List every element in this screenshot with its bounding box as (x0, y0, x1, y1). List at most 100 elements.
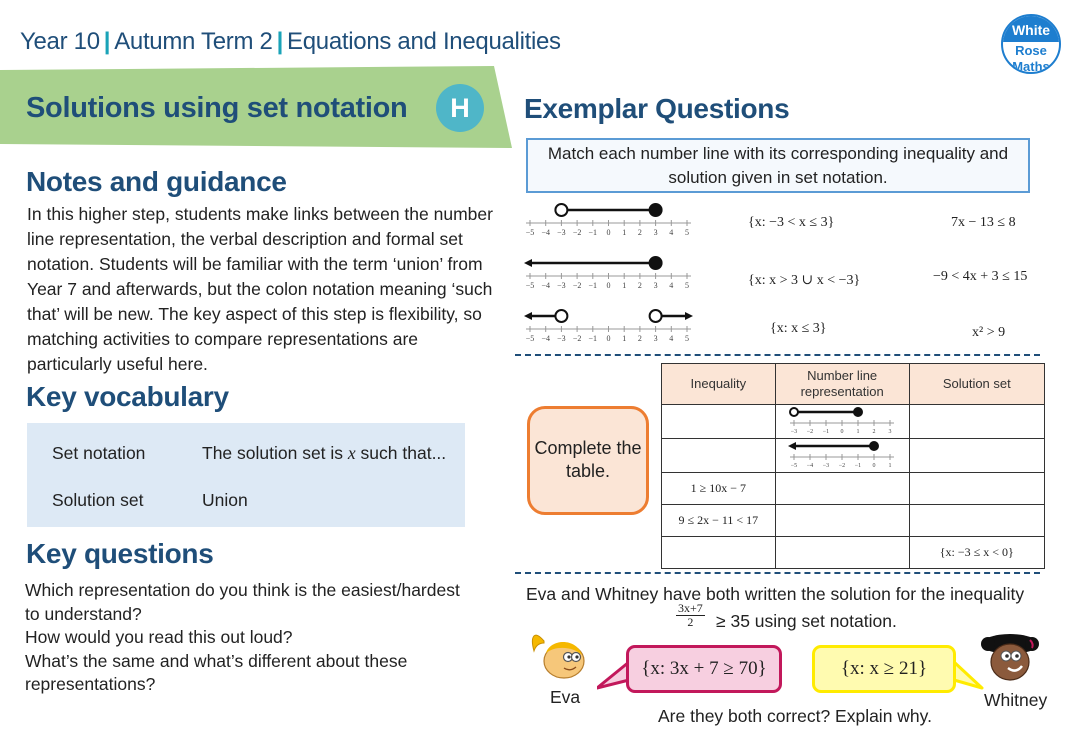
solution-cell[interactable] (908, 472, 1046, 505)
tick-label: 1 (857, 429, 860, 435)
tick-label: −2 (839, 463, 845, 469)
number-line-cell: −5 −4 −3 −2 −1 0 1 (774, 438, 910, 473)
tick-label: 5 (685, 334, 689, 343)
key-question-line: What’s the same and what’s different abo… (25, 650, 408, 671)
breadcrumb-separator: | (276, 28, 284, 55)
number-line-cell: −3 −2 −1 0 1 2 3 (774, 404, 910, 439)
inequality-cell[interactable] (661, 536, 776, 569)
open-circle (554, 203, 569, 217)
key-questions-title: Key questions (26, 538, 214, 569)
tick-label: 1 (622, 281, 626, 290)
logo-line-3: Maths (1012, 59, 1050, 74)
tick-label: −2 (807, 429, 813, 435)
tick-label: 3 (654, 228, 658, 237)
open-circle (554, 309, 569, 323)
vocabulary-box: Set notation The solution set is x such … (27, 423, 465, 527)
tick-label: −2 (573, 334, 582, 343)
number-line-cell[interactable] (774, 504, 910, 537)
notes-title: Notes and guidance (26, 166, 287, 197)
q3-intro: Eva and Whitney have both written the so… (526, 584, 1025, 604)
table-row: {x: −3 ≤ x < 0} (661, 536, 1046, 569)
tick-label: −1 (589, 334, 598, 343)
header-solution-set: Solution set (908, 363, 1046, 405)
tick-label: 0 (607, 281, 611, 290)
vocab-definition: Union (202, 490, 248, 510)
vocab-definition: The solution set is x such that... (202, 443, 446, 464)
table-row: 1 ≥ 10x − 7 (661, 472, 1046, 505)
solution-cell[interactable] (908, 504, 1046, 537)
inequality-cell[interactable] (661, 404, 776, 439)
eva-ponytail (531, 634, 545, 653)
tick-label: −3 (823, 463, 829, 469)
white-rose-maths-logo: White Rose Maths (1001, 14, 1061, 74)
inequality-cell: 1 ≥ 10x − 7 (661, 472, 776, 505)
fraction-denominator: 2 (687, 615, 694, 629)
tick-label: 0 (841, 429, 844, 435)
tick-label: −3 (557, 334, 566, 343)
tick-label: 1 (889, 463, 892, 469)
vocabulary-title: Key vocabulary (26, 381, 229, 412)
tick-label: 2 (638, 281, 642, 290)
tick-label: 0 (607, 334, 611, 343)
key-question-line: How would you read this out loud? (25, 627, 293, 648)
tick-label: −3 (791, 429, 797, 435)
tick-label: −4 (541, 228, 550, 237)
tick-label: 2 (638, 228, 642, 237)
q3-question: Are they both correct? Explain why. (658, 706, 932, 726)
open-circle (789, 407, 800, 417)
logo-line-1: White (1003, 16, 1059, 42)
tick-label: −4 (541, 281, 550, 290)
tick-label: −2 (573, 281, 582, 290)
step-title: Solutions using set notation (26, 92, 408, 124)
arrow-right-icon (685, 312, 693, 320)
inequality-cell[interactable] (661, 438, 776, 473)
key-question-line: representations? (25, 674, 156, 695)
solution-cell[interactable] (908, 438, 1046, 473)
whitney-name: Whitney (984, 690, 1048, 710)
closed-circle (648, 256, 663, 270)
exemplar-title: Exemplar Questions (524, 93, 790, 124)
section-divider (515, 354, 1040, 356)
breadcrumb: Year 10 | Autumn Term 2 | Equations and Ineq… (20, 28, 561, 56)
table-row: 9 ≤ 2x − 11 < 17 (661, 504, 1046, 537)
higher-badge: H (436, 84, 484, 132)
tick-label: 1 (622, 228, 626, 237)
breadcrumb-unit: Equations and Inequalities (287, 28, 561, 55)
key-question-line: to understand? (25, 603, 142, 624)
q3-fraction: 3x+7 2 (676, 602, 705, 629)
solution-cell: {x: −3 ≤ x < 0} (908, 536, 1046, 569)
tick-label: −5 (526, 334, 535, 343)
tick-label: 0 (873, 463, 876, 469)
number-line-cell[interactable] (774, 536, 910, 569)
solution-cell[interactable] (908, 404, 1046, 439)
tick-label: −1 (589, 228, 598, 237)
tick-label: 0 (607, 228, 611, 237)
tick-label: 3 (654, 334, 658, 343)
tick-label: −4 (807, 463, 813, 469)
tick-label: −2 (573, 228, 582, 237)
table-header-row: Inequality Number line representation So… (661, 363, 1046, 405)
whitney-avatar (981, 634, 1039, 681)
q1-instruction: Match each number line with its correspo… (526, 138, 1030, 193)
tick-label: 3 (654, 281, 658, 290)
inequality-option: 7x − 13 ≤ 8 (951, 215, 1016, 230)
breadcrumb-term: Autumn Term 2 (114, 28, 273, 55)
tick-label: −3 (557, 281, 566, 290)
table-row: −3 −2 −1 0 1 2 3 (661, 404, 1046, 439)
set-notation-option: {x: x ≤ 3} (770, 321, 827, 336)
table-row: −5 −4 −3 −2 −1 0 1 (661, 438, 1046, 473)
header-inequality: Inequality (661, 363, 776, 405)
logo-line-2: Rose (1015, 43, 1047, 58)
answer-table: Inequality Number line representation So… (661, 363, 1046, 569)
table-number-line: −3 −2 −1 0 1 2 3 (789, 407, 895, 435)
table-number-line: −5 −4 −3 −2 −1 0 1 (788, 441, 895, 469)
key-questions-list: Which representation do you think is the… (25, 579, 460, 697)
closed-circle (853, 407, 864, 417)
eva-name: Eva (550, 687, 581, 707)
tick-label: 5 (685, 281, 689, 290)
number-line-cell[interactable] (774, 472, 910, 505)
tick-label: −1 (823, 429, 829, 435)
tick-label: −3 (557, 228, 566, 237)
fraction-numerator: 3x+7 (676, 601, 705, 616)
tick-label: −5 (526, 228, 535, 237)
